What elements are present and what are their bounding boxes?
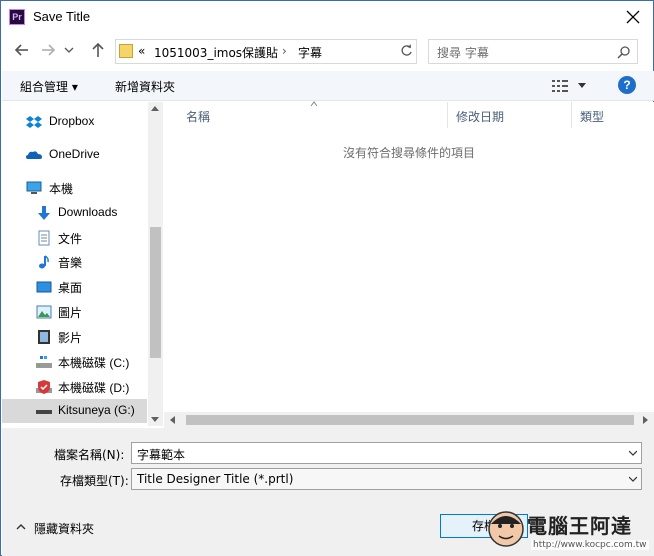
nav-item-label: OneDrive (49, 147, 100, 161)
column-header-label: 類型 (580, 110, 605, 124)
nav-item-label: Dropbox (49, 114, 95, 128)
close-icon[interactable] (623, 7, 643, 27)
drive-c-icon (36, 356, 52, 368)
nav-item-label: 圖片 (58, 306, 83, 320)
filetype-select[interactable]: Title Designer Title (*.prtl) (131, 468, 642, 490)
nav-item-dropbox[interactable]: Dropbox (2, 110, 147, 134)
search-input[interactable]: 搜尋 字幕 (437, 44, 489, 61)
command-toolbar: 組合管理 ▾ 新增資料夾 ? (2, 71, 654, 101)
videos-icon (38, 330, 50, 344)
nav-item-label: 桌面 (58, 281, 83, 295)
watermark-logo-icon (488, 511, 524, 547)
nav-item-desktop[interactable]: 桌面 (2, 275, 147, 299)
recent-locations-chevron-icon[interactable] (63, 41, 75, 59)
nav-item-this-pc[interactable]: 本機 (2, 176, 147, 200)
nav-item-pictures[interactable]: 圖片 (2, 300, 147, 324)
search-icon[interactable] (617, 45, 631, 59)
watermark-url: http://www.kocpc.com.tw (531, 540, 649, 550)
new-folder-button[interactable]: 新增資料夾 (115, 78, 175, 95)
nav-item-drive-g[interactable]: Kitsuneya (G:) (2, 399, 147, 423)
computer-icon (26, 181, 42, 194)
breadcrumb-overflow[interactable]: « (138, 44, 145, 58)
scroll-left-arrow-icon[interactable] (170, 416, 175, 424)
title-bar: Pr Save Title (1, 1, 653, 33)
help-icon[interactable]: ? (618, 76, 636, 94)
watermark-text: 電腦王阿達 (527, 514, 632, 538)
view-list-icon[interactable] (552, 79, 568, 93)
nav-item-label: 音樂 (58, 256, 83, 270)
folder-icon (119, 44, 133, 58)
forward-arrow-icon[interactable] (39, 41, 57, 59)
nav-item-drive-d[interactable]: 本機磁碟 (D:) (2, 375, 147, 399)
filetype-value: Title Designer Title (*.prtl) (137, 472, 294, 486)
view-options-dropdown-icon[interactable] (578, 83, 586, 88)
desktop-icon (36, 281, 52, 293)
window-title: Save Title (33, 9, 91, 24)
nav-item-downloads[interactable]: Downloads (2, 201, 147, 225)
empty-results-message: 沒有符合搜尋條件的項目 (342, 146, 475, 160)
nav-item-label: 本機 (49, 182, 74, 196)
filename-value[interactable]: 字幕範本 (137, 446, 185, 463)
nav-item-documents[interactable]: 文件 (2, 226, 147, 250)
nav-item-music[interactable]: 音樂 (2, 250, 147, 274)
file-list-horizontal-scrollbar[interactable] (164, 412, 654, 428)
back-arrow-icon[interactable] (13, 41, 31, 59)
scroll-up-arrow-icon[interactable] (151, 106, 159, 111)
nav-item-label: Downloads (58, 205, 118, 219)
scrollbar-thumb[interactable] (186, 415, 634, 425)
filetype-dropdown-chevron-icon[interactable] (629, 476, 637, 482)
breadcrumb-separator[interactable]: › (282, 44, 287, 58)
column-header-label: 修改日期 (456, 110, 505, 124)
nav-item-onedrive[interactable]: OneDrive (2, 143, 147, 167)
scrollbar-thumb[interactable] (150, 227, 161, 358)
drive-d-icon (36, 380, 52, 394)
organize-menu-button[interactable]: 組合管理 ▾ (20, 78, 78, 95)
pictures-icon (36, 305, 52, 319)
navigation-pane: Dropbox OneDrive 本機 Downloads 文件 音樂 桌面 圖… (2, 102, 163, 426)
navigation-row: « 1051003_imos保護貼 › 字幕 搜尋 字幕 (1, 37, 653, 65)
up-arrow-icon[interactable] (89, 41, 107, 59)
filename-label: 檔案名稱(N): (54, 448, 125, 462)
nav-item-label: 本機磁碟 (C:) (58, 356, 130, 370)
breadcrumb-current[interactable]: 字幕 (298, 44, 322, 61)
documents-icon (38, 230, 50, 246)
save-dialog: Pr Save Title « 1051003_imos保護貼 › 字幕 搜尋 … (0, 0, 654, 556)
refresh-icon[interactable] (397, 39, 417, 64)
scroll-right-arrow-icon[interactable] (643, 416, 648, 424)
scroll-down-arrow-icon[interactable] (151, 417, 159, 422)
search-box[interactable]: 搜尋 字幕 (428, 39, 638, 64)
column-header-date-modified[interactable]: 修改日期 (448, 102, 572, 128)
column-header-type[interactable]: 類型 (572, 102, 654, 128)
nav-item-videos[interactable]: 影片 (2, 325, 147, 349)
breadcrumb-parent[interactable]: 1051003_imos保護貼 (154, 44, 278, 61)
address-bar[interactable]: « 1051003_imos保護貼 › 字幕 (115, 39, 417, 64)
music-icon (39, 255, 49, 269)
nav-pane-scrollbar[interactable] (148, 102, 163, 426)
filename-field[interactable]: 字幕範本 (131, 442, 642, 464)
nav-item-label: 影片 (58, 331, 83, 345)
chevron-up-icon[interactable] (16, 523, 26, 531)
nav-item-label: Kitsuneya (G:) (58, 403, 135, 417)
file-list[interactable]: 名稱 修改日期 類型 沒有符合搜尋條件的項目 (164, 101, 654, 412)
filename-dropdown-chevron-icon[interactable] (629, 450, 637, 456)
filetype-label: 存檔類型(T): (60, 474, 129, 488)
onedrive-icon (26, 151, 42, 159)
hide-folders-toggle[interactable]: 隱藏資料夾 (34, 520, 94, 537)
watermark: 電腦王阿達 http://www.kocpc.com.tw (483, 506, 651, 554)
dropbox-icon (26, 116, 42, 128)
nav-item-label: 本機磁碟 (D:) (58, 381, 130, 395)
nav-item-label: 文件 (58, 232, 83, 246)
column-header-name[interactable]: 名稱 (178, 102, 448, 128)
nav-item-drive-c[interactable]: 本機磁碟 (C:) (2, 350, 147, 374)
drive-g-icon (36, 410, 52, 414)
column-header-label: 名稱 (186, 110, 211, 124)
premiere-app-icon: Pr (9, 9, 25, 25)
downloads-icon (38, 206, 50, 220)
